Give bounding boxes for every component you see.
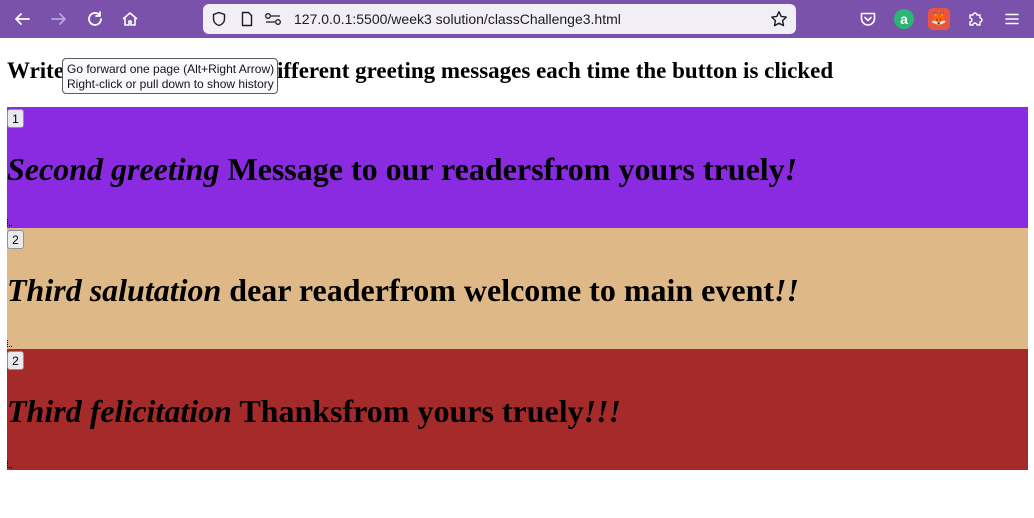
- greeting-text-1: Message to our readersfrom yours truely: [219, 151, 785, 187]
- tooltip-line-2: Right-click or pull down to show history: [67, 77, 274, 91]
- greeting-text-2: dear readerfrom welcome to main event: [221, 272, 775, 308]
- home-icon[interactable]: [118, 7, 142, 31]
- greeting-punct-2: !!: [774, 272, 799, 308]
- back-arrow-icon[interactable]: [10, 7, 34, 31]
- extension-fox-icon[interactable]: 🦊: [928, 8, 950, 30]
- greeting-button-2[interactable]: 2: [7, 230, 24, 249]
- greeting-title-2: Third salutation: [7, 272, 222, 308]
- page-icon[interactable]: [235, 7, 259, 31]
- url-text[interactable]: 127.0.0.1:5500/week3 solution/classChall…: [294, 11, 621, 27]
- page-heading-start: Write: [7, 58, 65, 83]
- greeting-card-3: 2 Third felicitation Thanksfrom yours tr…: [7, 349, 1028, 470]
- browser-toolbar: 127.0.0.1:5500/week3 solution/classChall…: [0, 0, 1034, 38]
- shield-icon[interactable]: [207, 7, 231, 31]
- greeting-punct-3: !!!: [583, 393, 621, 429]
- greeting-message-2: Third salutation dear readerfrom welcome…: [7, 272, 799, 309]
- greeting-card-1: 1 Second greeting Message to our readers…: [7, 107, 1028, 228]
- greeting-punct-1: !: [784, 151, 798, 187]
- greeting-message-3: Third felicitation Thanksfrom yours true…: [7, 393, 621, 430]
- forward-tooltip: Go forward one page (Alt+Right Arrow) Ri…: [62, 58, 278, 94]
- tooltip-line-1: Go forward one page (Alt+Right Arrow): [67, 62, 275, 76]
- pocket-icon[interactable]: [856, 7, 880, 31]
- forward-arrow-icon[interactable]: [47, 7, 71, 31]
- permissions-icon[interactable]: [261, 7, 285, 31]
- resize-mark: [7, 340, 12, 347]
- greeting-card-2: 2 Third salutation dear readerfrom welco…: [7, 228, 1028, 349]
- greeting-title-1: Second greeting: [7, 151, 220, 187]
- menu-icon[interactable]: [1000, 7, 1024, 31]
- greeting-button-1[interactable]: 1: [7, 109, 24, 128]
- extension-a-icon[interactable]: a: [894, 9, 914, 29]
- greeting-button-3[interactable]: 2: [7, 351, 24, 370]
- extensions-puzzle-icon[interactable]: [964, 7, 988, 31]
- greeting-text-3: Thanksfrom yours truely: [231, 393, 584, 429]
- url-bar[interactable]: 127.0.0.1:5500/week3 solution/classChall…: [203, 4, 796, 34]
- reload-icon[interactable]: [83, 7, 107, 31]
- greeting-title-3: Third felicitation: [7, 393, 232, 429]
- resize-mark: [7, 219, 12, 226]
- greeting-message-1: Second greeting Message to our readersfr…: [7, 151, 797, 188]
- star-icon[interactable]: [767, 7, 791, 31]
- resize-mark: [7, 461, 12, 468]
